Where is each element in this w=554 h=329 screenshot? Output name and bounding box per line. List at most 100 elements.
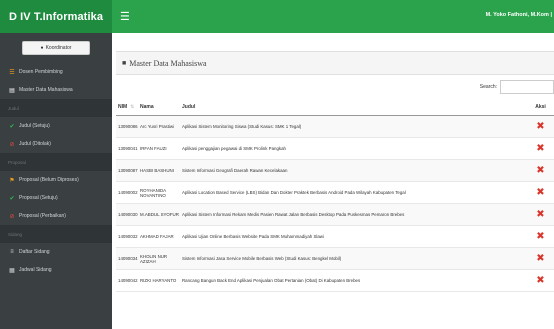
- nama-cell: RIZKI HARYANTO: [140, 278, 177, 283]
- judul-cell: Aplikasi Sistem Monitoring Siswa (Studi …: [182, 123, 302, 129]
- role-button[interactable]: ● Koordinator: [22, 41, 90, 55]
- nim-cell: 13090041: [118, 146, 138, 151]
- table-row: 13090041 IRFAN FAUZI Aplikasi penggajian p…: [116, 138, 554, 160]
- sort-icon: ⇅: [130, 104, 135, 110]
- sidebar: ● Koordinator ☰ Dosen Pembimbing ▤ Master D…: [0, 33, 112, 329]
- sidebar-item-label: Judul (Ditolak): [19, 141, 51, 147]
- sidebar-item[interactable]: ⊘ Judul (Ditolak): [0, 135, 112, 153]
- sidebar-item-label: Master Data Mahasiswa: [19, 87, 73, 93]
- nama-cell: Arc Yusri Prastiwi: [140, 124, 175, 129]
- nim-cell: 14090042: [118, 278, 138, 283]
- aksi-cell: ✖: [527, 165, 554, 176]
- panel-heading: ■ Master Data Mahasiswa: [116, 51, 554, 75]
- table-row: 14090042 RIZKI HARYANTO Rancang Bangun Bac…: [116, 270, 554, 292]
- sidebar-item[interactable]: ⊘ Proposal (Perbaikan): [0, 207, 112, 225]
- sidebar-item-label: Jadwal Sidang: [19, 267, 52, 273]
- judul-cell: Aplikasi Ujian Online Berbasis Website P…: [182, 233, 324, 239]
- search-label: Search:: [479, 84, 497, 90]
- nama-cell: KHOLIN NUR AZIZAH: [140, 253, 168, 264]
- table-row: 14090002 ROYHANIDA NOVANTINO Aplikasi Loca…: [116, 182, 554, 204]
- sidebar-item[interactable]: ▤ Master Data Mahasiswa: [0, 81, 112, 99]
- aksi-cell: ✖: [527, 143, 554, 154]
- hamburger-icon[interactable]: ☰: [120, 10, 130, 23]
- sidebar-menu: ☰ Dosen Pembimbing ▤ Master Data Mahasiswa J…: [0, 63, 112, 279]
- sidebar-item-label: Proposal (Setuju): [19, 195, 58, 201]
- search-bar: Search:: [480, 80, 554, 94]
- search-input[interactable]: [500, 80, 554, 94]
- delete-icon[interactable]: ✖: [536, 209, 544, 220]
- aksi-cell: ✖: [527, 121, 554, 132]
- check-icon: ✔: [9, 195, 15, 202]
- user-icon: ●: [40, 45, 44, 51]
- file-icon: ▤: [9, 87, 15, 94]
- folder-icon: ■: [122, 59, 127, 67]
- flag-icon: ⚑: [9, 177, 15, 184]
- table-row: 13090086 Arc Yusri Prastiwi Aplikasi Siste…: [116, 116, 554, 138]
- table-row: 14090032 AKHMAD FAJAR Aplikasi Ujian Onlin…: [116, 226, 554, 248]
- user-menu[interactable]: M. Yoko Fathoni, M.Kom |: [486, 12, 552, 18]
- nama-cell: ROYHANIDA NOVANTINO: [140, 187, 166, 198]
- ban-icon: ⊘: [9, 213, 15, 220]
- top-navbar: D IV T.Informatika ☰ M. Yoko Fathoni, M.…: [0, 0, 554, 33]
- nim-cell: 13090087: [118, 168, 138, 173]
- nama-cell: M.ABDUL SYOFUR: [140, 212, 179, 217]
- col-aksi-header[interactable]: Aksi: [527, 104, 554, 110]
- table-body: 13090086 Arc Yusri Prastiwi Aplikasi Siste…: [116, 116, 554, 292]
- sidebar-section-header: Sidang: [0, 225, 112, 243]
- col-nama-header[interactable]: Nama: [138, 104, 180, 110]
- users-icon: ☰: [9, 69, 15, 76]
- page-title: Master Data Mahasiswa: [129, 58, 207, 68]
- nim-cell: 14090030: [118, 212, 138, 217]
- aksi-cell: ✖: [527, 187, 554, 198]
- sidebar-item[interactable]: ☰ Dosen Pembimbing: [0, 63, 112, 81]
- sidebar-item[interactable]: ≡ Daftar Sidang: [0, 243, 112, 261]
- delete-icon[interactable]: ✖: [536, 253, 544, 264]
- col-nim-header[interactable]: NIM ⇅: [116, 104, 138, 110]
- role-button-label: Koordinator: [45, 45, 72, 51]
- sidebar-section-header: Proposal: [0, 153, 112, 171]
- delete-icon[interactable]: ✖: [536, 143, 544, 154]
- judul-cell: Sistem Informasi Jasa Service Mobile Ber…: [182, 255, 342, 261]
- nim-cell: 14090002: [118, 190, 138, 195]
- delete-icon[interactable]: ✖: [536, 231, 544, 242]
- sidebar-role-wrap: ● Koordinator: [0, 33, 112, 63]
- list-icon: ≡: [10, 249, 14, 255]
- delete-icon[interactable]: ✖: [536, 165, 544, 176]
- aksi-cell: ✖: [527, 209, 554, 220]
- sidebar-item-label: Proposal (Belum Diproses): [19, 177, 79, 183]
- check-icon: ✔: [9, 123, 15, 130]
- nim-cell: 14090032: [118, 234, 138, 239]
- col-judul-header[interactable]: Judul: [180, 104, 527, 110]
- aksi-cell: ✖: [527, 231, 554, 242]
- ban-icon: ⊘: [9, 141, 15, 148]
- table-header: NIM ⇅ Nama Judul Aksi: [116, 99, 554, 116]
- sidebar-item-label: Proposal (Perbaikan): [19, 213, 66, 219]
- aksi-cell: ✖: [527, 275, 554, 286]
- judul-cell: Sistem Informasi Geografi Daerah Rawan K…: [182, 167, 288, 173]
- judul-cell: Aplikasi penggajian pegawai di SMK Proli…: [182, 145, 286, 151]
- calendar-icon: ▦: [9, 267, 15, 274]
- nim-cell: 14090034: [118, 256, 138, 261]
- table-row: 14090030 M.ABDUL SYOFUR Aplikasi Sistem In…: [116, 204, 554, 226]
- sidebar-item[interactable]: ▦ Jadwal Sidang: [0, 261, 112, 279]
- aksi-cell: ✖: [527, 253, 554, 264]
- sidebar-item-label: Daftar Sidang: [19, 249, 50, 255]
- nim-cell: 13090086: [118, 124, 138, 129]
- sidebar-item-label: Judul (Setuju): [19, 123, 50, 129]
- nama-cell: AKHMAD FAJAR: [140, 234, 174, 239]
- nama-cell: HASBI BASHUNI: [140, 168, 174, 173]
- delete-icon[interactable]: ✖: [536, 275, 544, 286]
- sidebar-item[interactable]: ⚑ Proposal (Belum Diproses): [0, 171, 112, 189]
- nama-cell: IRFAN FAUZI: [140, 146, 167, 151]
- sidebar-section-header: Judul: [0, 99, 112, 117]
- judul-cell: Aplikasi Location Based Service (LBS) Bi…: [182, 189, 406, 195]
- judul-cell: Aplikasi Sistem Informasi Rekam Medis Pa…: [182, 211, 405, 217]
- sidebar-item[interactable]: ✔ Judul (Setuju): [0, 117, 112, 135]
- delete-icon[interactable]: ✖: [536, 121, 544, 132]
- delete-icon[interactable]: ✖: [536, 187, 544, 198]
- sidebar-item[interactable]: ✔ Proposal (Setuju): [0, 189, 112, 207]
- table-row: 14090034 KHOLIN NUR AZIZAH Sistem Informas…: [116, 248, 554, 270]
- brand-logo[interactable]: D IV T.Informatika: [0, 0, 112, 33]
- judul-cell: Rancang Bangun Back End Aplikasi Penjual…: [182, 277, 361, 283]
- sidebar-item-label: Dosen Pembimbing: [19, 69, 63, 75]
